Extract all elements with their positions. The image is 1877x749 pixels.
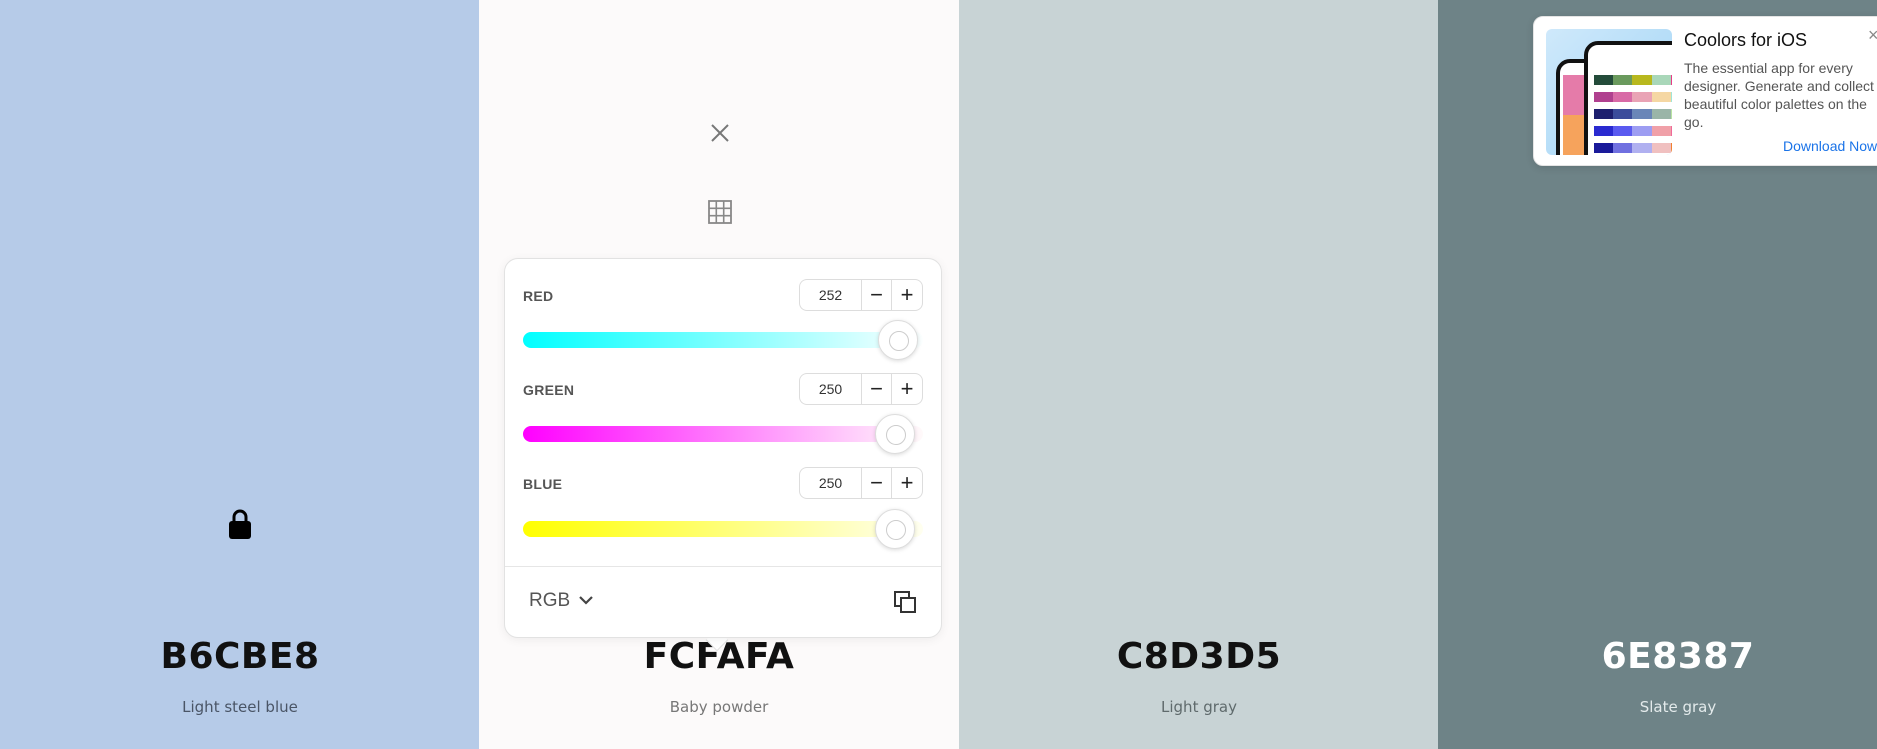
blue-value-input[interactable]: 250 [799,467,861,499]
hex-code[interactable]: B6CBE8 [0,636,480,677]
red-increment-button[interactable]: + [892,279,923,311]
blue-channel-row: BLUE 250 − + [523,467,923,499]
red-channel-row: RED 252 − + [523,279,923,311]
color-mode-label: RGB [529,590,571,611]
ad-title[interactable]: Coolors for iOS [1684,30,1807,51]
copy-icon[interactable] [893,590,917,614]
hex-code[interactable]: C8D3D5 [959,636,1439,677]
red-label: RED [523,288,554,304]
color-name[interactable]: Light gray [959,698,1439,716]
close-icon[interactable] [707,120,733,146]
color-name[interactable]: Slate gray [1438,698,1877,716]
red-slider-track[interactable] [523,332,923,348]
red-slider-thumb[interactable] [878,320,919,360]
green-slider-track[interactable] [523,426,923,442]
green-increment-button[interactable]: + [892,373,923,405]
ad-close-icon[interactable]: × [1868,25,1877,46]
ad-app-image [1546,29,1672,155]
ad-description: The essential app for every designer. Ge… [1684,60,1874,130]
green-slider-thumb[interactable] [875,414,916,454]
green-decrement-button[interactable]: − [861,373,892,405]
blue-slider-track[interactable] [523,521,923,537]
blue-decrement-button[interactable]: − [861,467,892,499]
phone-illustration [1584,41,1672,155]
lock-icon[interactable] [226,508,254,540]
color-name[interactable]: Light steel blue [0,698,480,716]
blue-slider-thumb[interactable] [875,509,916,549]
color-mode-select[interactable]: RGB [529,590,594,612]
red-value-input[interactable]: 252 [799,279,861,311]
swatch-light-gray[interactable]: C8D3D5 Light gray [959,0,1439,749]
green-label: GREEN [523,382,575,398]
green-value-input[interactable]: 250 [799,373,861,405]
red-decrement-button[interactable]: − [861,279,892,311]
download-now-link[interactable]: Download Now [1783,138,1877,154]
grid-icon[interactable] [707,199,733,225]
color-picker-panel: RED 252 − + GREEN 250 − + BLUE 250 − + R… [504,258,942,638]
hex-code[interactable]: 6E8387 [1438,636,1877,677]
blue-label: BLUE [523,476,563,492]
color-name[interactable]: Baby powder [479,698,959,716]
blue-increment-button[interactable]: + [892,467,923,499]
green-channel-row: GREEN 250 − + [523,373,923,405]
picker-divider [505,566,941,567]
ad-card[interactable]: Coolors for iOS The essential app for ev… [1533,16,1877,166]
swatch-light-steel-blue[interactable]: B6CBE8 Light steel blue [0,0,480,749]
chevron-down-icon [578,590,594,612]
